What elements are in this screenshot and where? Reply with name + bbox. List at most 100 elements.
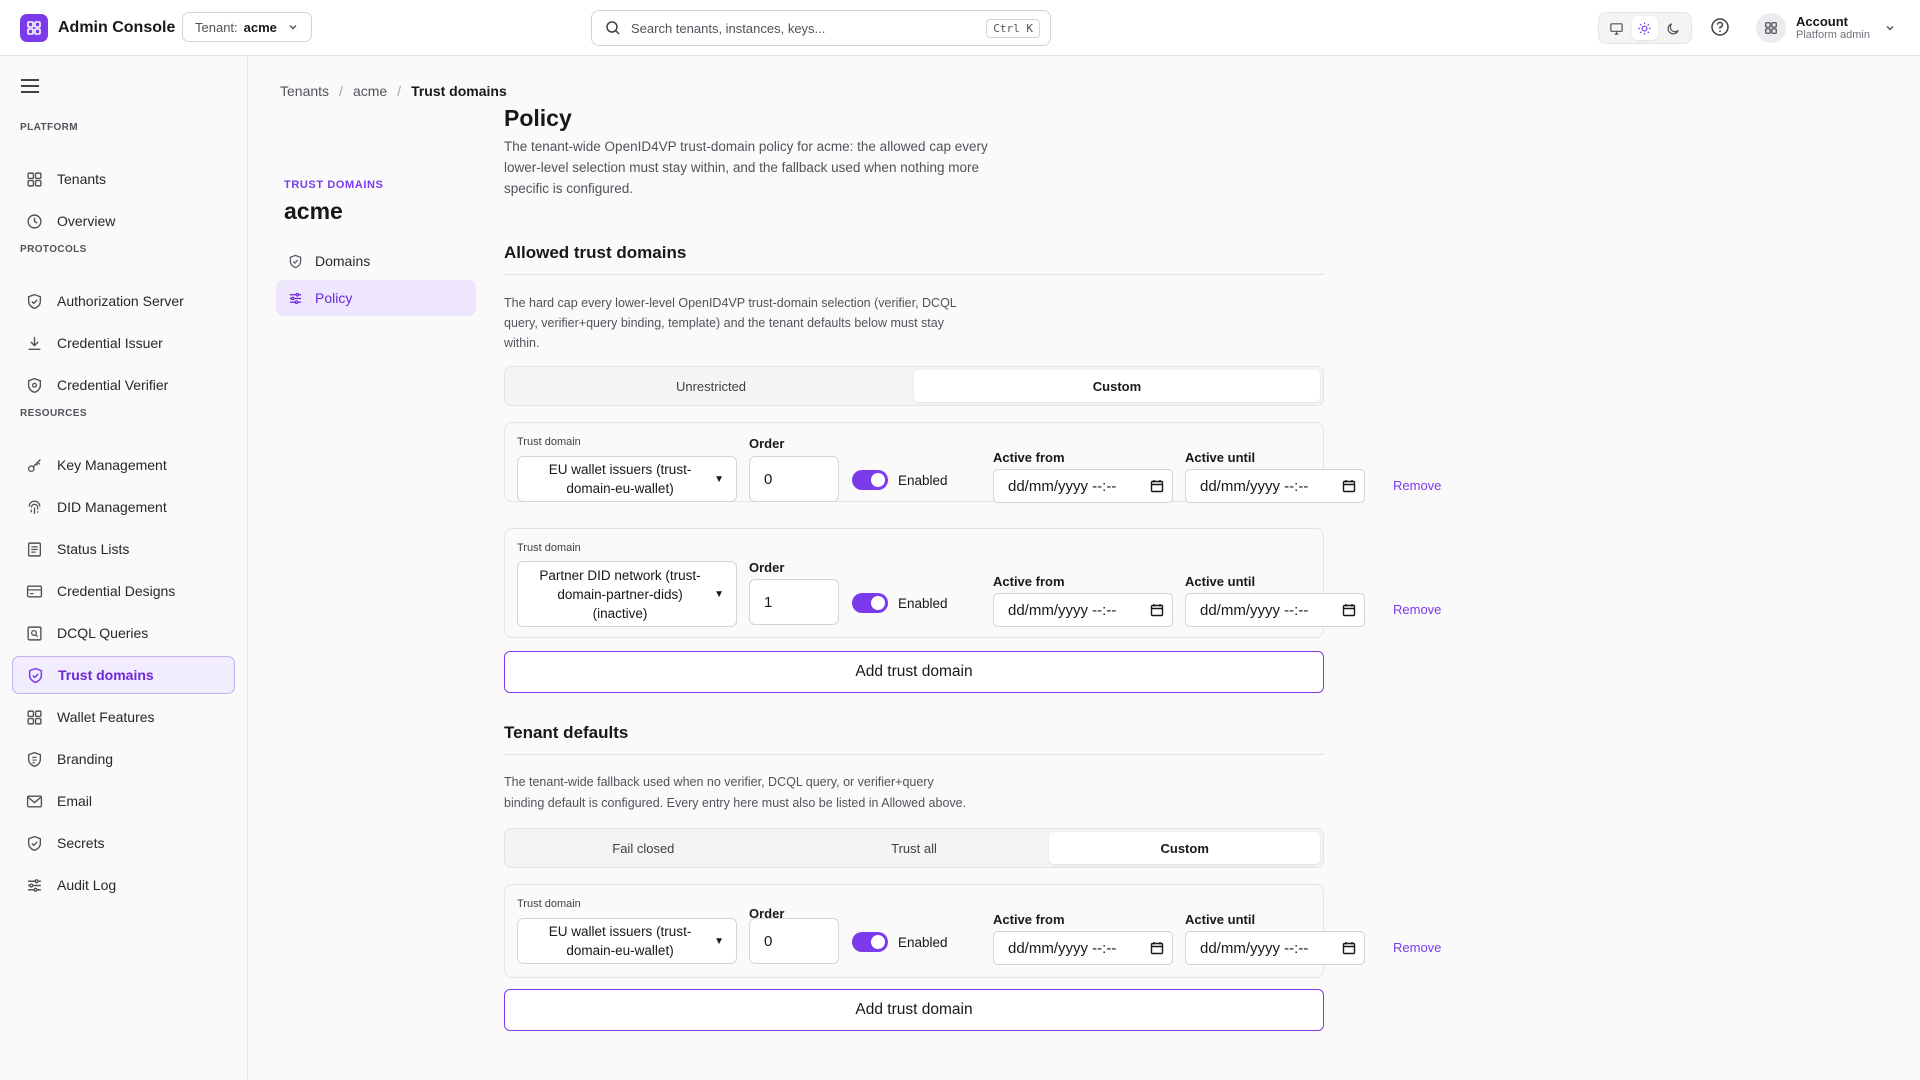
badge-icon bbox=[27, 751, 42, 767]
active-from-input[interactable]: dd/mm/yyyy --:-- bbox=[993, 593, 1173, 627]
trust-domain-select[interactable]: EU wallet issuers (trust- domain-eu-wall… bbox=[517, 918, 737, 964]
order-input[interactable] bbox=[749, 456, 839, 502]
active-until-input[interactable]: dd/mm/yyyy --:-- bbox=[1185, 931, 1365, 965]
moon-icon bbox=[1667, 22, 1679, 34]
sidebar-item-secrets[interactable]: Secrets bbox=[12, 824, 235, 862]
clock-icon bbox=[27, 213, 42, 229]
sidebar-section-resources: RESOURCES bbox=[20, 408, 87, 419]
remove-button[interactable]: Remove bbox=[1393, 940, 1441, 955]
trust-domain-select-text: EU wallet issuers (trust- domain-eu-wall… bbox=[534, 922, 706, 960]
enabled-toggle[interactable]: Enabled bbox=[852, 932, 948, 952]
list-icon bbox=[27, 541, 42, 557]
defaults-description-line: The tenant-wide fallback used when no ve… bbox=[504, 775, 934, 789]
enabled-toggle[interactable]: Enabled bbox=[852, 593, 948, 613]
theme-light-button[interactable] bbox=[1631, 16, 1658, 40]
fingerprint-icon bbox=[28, 500, 41, 514]
defaults-mode-fail-closed[interactable]: Fail closed bbox=[508, 832, 779, 864]
app-logo-icon bbox=[20, 14, 48, 42]
sidebar-item-credential-verifier[interactable]: Credential Verifier bbox=[12, 366, 235, 404]
order-label: Order bbox=[749, 436, 785, 451]
sidebar-item-credential-issuer[interactable]: Credential Issuer bbox=[12, 324, 235, 362]
active-until-input[interactable]: dd/mm/yyyy --:-- bbox=[1185, 593, 1365, 627]
enabled-toggle[interactable]: Enabled bbox=[852, 470, 948, 490]
defaults-mode-custom[interactable]: Custom bbox=[1049, 832, 1321, 864]
allowed-mode-selector: Unrestricted Custom bbox=[504, 366, 1324, 406]
sidebar-item-credential-designs[interactable]: Credential Designs bbox=[12, 572, 235, 610]
subnav-label: TRUST DOMAINS bbox=[284, 179, 384, 191]
active-from-label: Active from bbox=[993, 912, 1065, 927]
allowed-mode-unrestricted[interactable]: Unrestricted bbox=[508, 370, 914, 402]
enabled-label: Enabled bbox=[898, 595, 948, 611]
sidebar-item-key-management[interactable]: Key Management bbox=[12, 446, 235, 484]
subnav-item-label: Policy bbox=[315, 290, 353, 306]
sidebar-item-branding[interactable]: Branding bbox=[12, 740, 235, 778]
trust-domain-select-text: Partner DID network (trust- domain-partn… bbox=[534, 566, 706, 623]
order-input[interactable] bbox=[749, 918, 839, 964]
account-name: Account bbox=[1796, 14, 1848, 29]
breadcrumb-tenants[interactable]: Tenants bbox=[280, 83, 329, 99]
sidebar-item-authorization-server[interactable]: Authorization Server bbox=[12, 282, 235, 320]
allowed-description-line: query, verifier+query binding, template)… bbox=[504, 316, 944, 330]
help-button[interactable] bbox=[1710, 17, 1730, 37]
allowed-section-title: Allowed trust domains bbox=[504, 243, 687, 262]
grid-icon bbox=[1765, 22, 1777, 34]
date-placeholder: dd/mm/yyyy --:-- bbox=[1200, 939, 1309, 957]
remove-button[interactable]: Remove bbox=[1393, 478, 1441, 493]
defaults-mode-selector: Fail closed Trust all Custom bbox=[504, 828, 1324, 868]
sidebar-item-did-management[interactable]: DID Management bbox=[12, 488, 235, 526]
sidebar-item-tenants[interactable]: Tenants bbox=[12, 160, 235, 198]
active-from-input[interactable]: dd/mm/yyyy --:-- bbox=[993, 469, 1173, 503]
active-until-input[interactable]: dd/mm/yyyy --:-- bbox=[1185, 469, 1365, 503]
page-title: Policy bbox=[504, 105, 572, 131]
theme-dark-button[interactable] bbox=[1661, 16, 1687, 40]
search-input[interactable] bbox=[631, 20, 977, 36]
add-default-trust-domain-button[interactable]: Add trust domain bbox=[504, 989, 1324, 1031]
sidebar-item-trust-domains[interactable]: Trust domains bbox=[12, 656, 235, 694]
trust-domain-label: Trust domain bbox=[517, 898, 581, 910]
active-until-label: Active until bbox=[1185, 450, 1256, 465]
sidebar-item-status-lists[interactable]: Status Lists bbox=[12, 530, 235, 568]
sidebar-item-label: Tenants bbox=[57, 171, 107, 187]
trust-domain-line: EU wallet issuers (trust- bbox=[548, 462, 692, 477]
sidebar-item-email[interactable]: Email bbox=[12, 782, 235, 820]
trust-domain-select[interactable]: Partner DID network (trust- domain-partn… bbox=[517, 561, 737, 627]
allowed-entry-1: Trust domain EU wallet issuers (trust- d… bbox=[504, 422, 1441, 503]
tenant-selector[interactable]: Tenant: acme bbox=[182, 12, 312, 42]
sidebar-item-label: DCQL Queries bbox=[57, 625, 149, 641]
trust-domain-line: (inactive) bbox=[592, 605, 648, 621]
subnav-item-domains[interactable]: Domains bbox=[276, 243, 476, 279]
account-menu[interactable]: Account Platform admin bbox=[1756, 13, 1896, 43]
order-label: Order bbox=[749, 560, 785, 575]
remove-button[interactable]: Remove bbox=[1393, 602, 1441, 617]
defaults-mode-trust-all[interactable]: Trust all bbox=[779, 832, 1050, 864]
query-icon bbox=[27, 625, 42, 641]
defaults-entry-1: Trust domain EU wallet issuers (trust- d… bbox=[504, 884, 1441, 978]
theme-system-button[interactable] bbox=[1603, 16, 1629, 40]
subnav-item-policy[interactable]: Policy bbox=[276, 280, 476, 316]
grid-icon bbox=[27, 709, 42, 725]
trust-domain-select-text: EU wallet issuers (trust- domain-eu-wall… bbox=[534, 460, 706, 498]
chevron-down-icon bbox=[1886, 26, 1894, 31]
menu-toggle-button[interactable] bbox=[20, 78, 40, 94]
trust-domain-select[interactable]: EU wallet issuers (trust- domain-eu-wall… bbox=[517, 456, 737, 502]
active-from-input[interactable]: dd/mm/yyyy --:-- bbox=[993, 931, 1173, 965]
allowed-mode-custom[interactable]: Custom bbox=[914, 370, 1320, 402]
sidebar-item-label: DID Management bbox=[57, 499, 167, 515]
brand[interactable]: Admin Console bbox=[20, 14, 175, 42]
trust-domain-label: Trust domain bbox=[517, 542, 581, 554]
sidebar-item-audit-log[interactable]: Audit Log bbox=[12, 866, 235, 904]
sidebar-item-label: Overview bbox=[57, 213, 116, 229]
subnav-title: acme bbox=[284, 198, 343, 224]
enabled-label: Enabled bbox=[898, 472, 948, 488]
sidebar-item-wallet-features[interactable]: Wallet Features bbox=[12, 698, 235, 736]
sidebar-item-label: Branding bbox=[57, 751, 114, 767]
add-allowed-trust-domain-button[interactable]: Add trust domain bbox=[504, 651, 1324, 693]
sidebar-item-overview[interactable]: Overview bbox=[12, 202, 235, 240]
avatar bbox=[1756, 13, 1786, 43]
sidebar-section-protocols: PROTOCOLS bbox=[20, 244, 87, 255]
order-input[interactable] bbox=[749, 579, 839, 625]
breadcrumb-acme[interactable]: acme bbox=[353, 83, 387, 99]
sidebar-item-dcql-queries[interactable]: DCQL Queries bbox=[12, 614, 235, 652]
search-bar[interactable]: Ctrl K bbox=[591, 10, 1051, 46]
active-from-label: Active from bbox=[993, 574, 1065, 589]
